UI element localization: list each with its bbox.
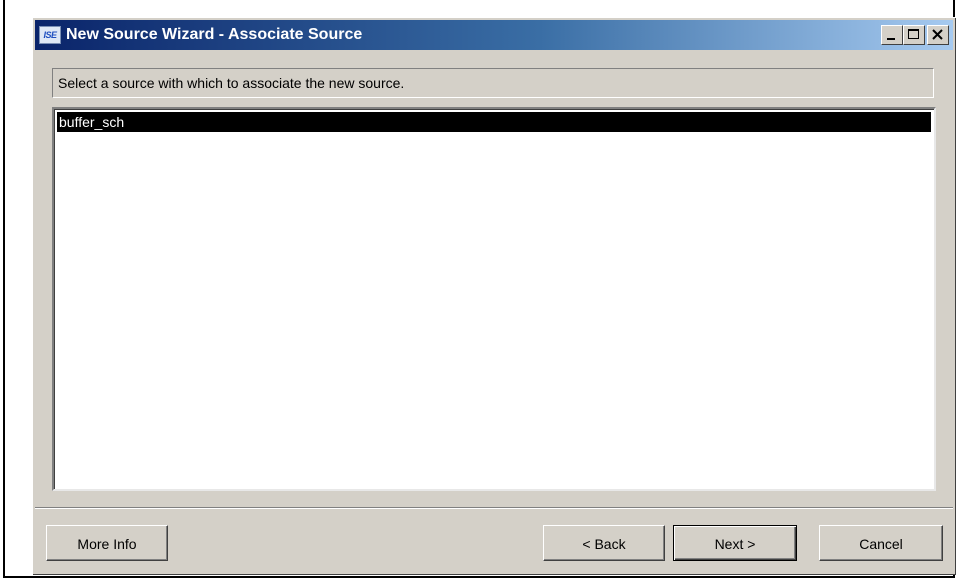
app-icon: ISE <box>39 26 61 44</box>
maximize-button[interactable] <box>903 25 925 45</box>
minimize-icon <box>887 38 895 40</box>
divider <box>35 507 953 509</box>
cancel-button[interactable]: Cancel <box>819 525 943 561</box>
close-button[interactable] <box>927 25 949 45</box>
maximize-icon <box>908 29 919 39</box>
back-button[interactable]: < Back <box>543 525 665 561</box>
next-button[interactable]: Next > <box>673 525 797 561</box>
more-info-button[interactable]: More Info <box>46 525 168 561</box>
title-bar[interactable]: ISE New Source Wizard - Associate Source <box>35 20 953 50</box>
wizard-window: ISE New Source Wizard - Associate Source <box>32 17 956 575</box>
instruction-message: Select a source with which to associate … <box>52 68 934 98</box>
minimize-button[interactable] <box>881 25 903 45</box>
window-controls <box>881 25 949 45</box>
window-title: New Source Wizard - Associate Source <box>66 26 363 43</box>
source-list[interactable]: buffer_sch <box>52 107 936 491</box>
close-icon <box>932 29 943 40</box>
list-item[interactable]: buffer_sch <box>57 112 931 132</box>
document-frame: ISE New Source Wizard - Associate Source <box>3 0 956 578</box>
